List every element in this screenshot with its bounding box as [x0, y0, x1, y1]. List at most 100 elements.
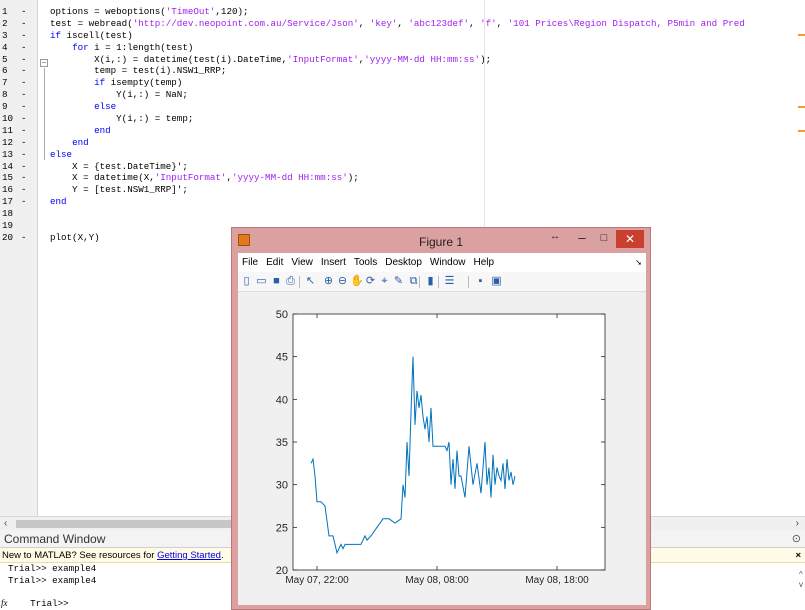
scroll-left-icon[interactable]: ‹: [4, 518, 7, 529]
banner-text: New to MATLAB? See resources for: [2, 550, 158, 561]
code-line[interactable]: 8 - Y(i,:) = NaN;: [0, 89, 805, 101]
string-token: 'TimeOut': [165, 6, 216, 17]
brush-icon[interactable]: ✎: [392, 275, 405, 288]
edit-plot-icon[interactable]: ↖: [304, 275, 317, 288]
getting-started-link[interactable]: Getting Started: [157, 550, 221, 561]
code-line[interactable]: 12- end: [0, 137, 805, 149]
breakpoint-marker[interactable]: -: [21, 113, 27, 125]
code-line[interactable]: 16- Y = [test.NSW1_RRP]';: [0, 184, 805, 196]
line-plot[interactable]: 20253035404550May 07, 22:00 May 08, 08:00…: [238, 292, 646, 605]
code-line[interactable]: 10- Y(i,:) = temp;: [0, 113, 805, 125]
close-button[interactable]: ✕: [616, 230, 644, 248]
zoom-out-icon[interactable]: ⊖: [336, 275, 349, 288]
resize-arrows-icon[interactable]: ↔: [550, 231, 560, 242]
code-text: if isempty(temp): [50, 77, 182, 89]
insert-legend-icon[interactable]: ☰: [443, 275, 456, 288]
breakpoint-marker[interactable]: -: [21, 125, 27, 137]
breakpoint-marker[interactable]: -: [21, 89, 27, 101]
menu-help[interactable]: Help: [470, 253, 499, 272]
print-icon[interactable]: ⎙: [284, 275, 297, 288]
code-line[interactable]: 1 - options = weboptions('TimeOut',120);: [0, 6, 805, 18]
line-number: 3: [2, 29, 8, 41]
code-lines: 1 - options = weboptions('TimeOut',120); 2 -…: [0, 6, 805, 244]
breakpoint-marker[interactable]: -: [21, 101, 27, 113]
code-text: end: [50, 137, 89, 149]
breakpoint-marker[interactable]: -: [21, 172, 27, 184]
code-line[interactable]: 3 - if iscell(test): [0, 30, 805, 42]
breakpoint-marker[interactable]: -: [21, 196, 27, 208]
figure-window[interactable]: Figure 1 ↔ – □ ✕ File Edit View Insert Tools…: [231, 227, 651, 610]
menu-view[interactable]: View: [287, 253, 317, 272]
code-line[interactable]: 6 - temp = test(i).NSW1_RRP;: [0, 65, 805, 77]
code-token: Y(i,:) = temp;: [50, 113, 194, 125]
code-line[interactable]: 15- X = datetime(X,'InputFormat','yyyy-M…: [0, 172, 805, 184]
function-browser-icon[interactable]: fx: [1, 598, 8, 610]
breakpoint-marker[interactable]: -: [21, 65, 27, 77]
breakpoint-marker[interactable]: -: [21, 30, 27, 42]
pan-icon[interactable]: ✋: [350, 275, 364, 288]
code-line[interactable]: 14- X = {test.DateTime}';: [0, 161, 805, 173]
keyword-token: for: [72, 41, 89, 53]
prompt-text: Trial>>: [30, 597, 75, 609]
code-text: end: [50, 196, 67, 208]
breakpoint-marker[interactable]: -: [21, 42, 27, 54]
maximize-button[interactable]: □: [594, 230, 614, 248]
code-line[interactable]: 4 - for i = 1:length(test): [0, 42, 805, 54]
scrollbar-thumb[interactable]: [16, 520, 246, 528]
breakpoint-marker[interactable]: -: [21, 6, 27, 18]
code-line[interactable]: 5 - X(i,:) = datetime(test(i).DateTime,'I…: [0, 54, 805, 66]
save-icon[interactable]: ■: [270, 275, 283, 288]
rotate-3d-icon[interactable]: ⟳: [364, 275, 377, 288]
minimize-button[interactable]: –: [572, 230, 592, 248]
code-text: else: [50, 149, 72, 161]
breakpoint-marker[interactable]: -: [21, 137, 27, 149]
menu-tools[interactable]: Tools: [350, 253, 381, 272]
breakpoint-marker[interactable]: -: [21, 54, 27, 66]
insert-colorbar-icon[interactable]: ▮: [424, 275, 437, 288]
zoom-in-icon[interactable]: ⊕: [322, 275, 335, 288]
dock-arrow-icon[interactable]: ➘: [635, 253, 642, 272]
command-window-title: Command Window: [4, 532, 106, 546]
menu-edit[interactable]: Edit: [262, 253, 287, 272]
hide-plot-tools-icon[interactable]: ▪: [474, 275, 487, 288]
menu-desktop[interactable]: Desktop: [381, 253, 426, 272]
options-icon[interactable]: ⊙: [792, 530, 801, 548]
menu-window[interactable]: Window: [426, 253, 470, 272]
menu-insert[interactable]: Insert: [317, 253, 350, 272]
breakpoint-marker[interactable]: -: [21, 149, 27, 161]
menu-file[interactable]: File: [238, 253, 262, 272]
y-tick-label: 25: [276, 522, 288, 534]
code-line[interactable]: 7 - if isempty(temp): [0, 77, 805, 89]
code-text: for i = 1:length(test): [50, 42, 193, 54]
code-line[interactable]: 18: [0, 208, 805, 220]
close-banner-icon[interactable]: ×: [795, 548, 801, 563]
figure-toolbar: ▯ ▭ ■ ⎙ ↖ ⊕ ⊖ ✋ ⟳ ⌖ ✎ ⧉ ▮ ☰ ▪ ▣: [238, 272, 646, 292]
show-plot-tools-icon[interactable]: ▣: [490, 275, 503, 288]
code-line[interactable]: 9 - else: [0, 101, 805, 113]
code-line[interactable]: 2 - test = webread('http://dev.neopoint.co…: [0, 18, 805, 30]
breakpoint-marker[interactable]: -: [21, 232, 27, 244]
code-line[interactable]: 17- end: [0, 196, 805, 208]
command-scrollbar[interactable]: ^ v: [799, 570, 803, 590]
breakpoint-marker[interactable]: -: [21, 18, 27, 30]
breakpoint-marker[interactable]: -: [21, 184, 27, 196]
open-file-icon[interactable]: ▭: [255, 275, 268, 288]
code-token: X = datetime(X,: [50, 172, 155, 184]
code-token: ,: [358, 17, 370, 29]
code-token: Y(i,:) = NaN;: [50, 89, 188, 101]
breakpoint-marker[interactable]: -: [21, 77, 27, 89]
scroll-right-icon[interactable]: ›: [796, 518, 799, 529]
new-figure-icon[interactable]: ▯: [240, 275, 253, 288]
data-cursor-icon[interactable]: ⌖: [378, 275, 391, 288]
code-text: test = webread('http://dev.neopoint.com.…: [50, 18, 745, 30]
figure-title-bar[interactable]: Figure 1 ↔ – □ ✕: [232, 228, 650, 253]
breakpoint-marker[interactable]: -: [21, 161, 27, 173]
string-token: 'f': [480, 17, 497, 29]
figure-canvas[interactable]: 20 25 30 35 40 45 50 May 07, 22:00 May 08, 08:00…: [238, 292, 646, 605]
code-text: Y(i,:) = temp;: [50, 113, 193, 125]
line-number: 7: [2, 77, 8, 89]
code-line[interactable]: 11- end: [0, 125, 805, 137]
line-number: 12: [2, 136, 14, 148]
code-line[interactable]: 13- else: [0, 149, 805, 161]
